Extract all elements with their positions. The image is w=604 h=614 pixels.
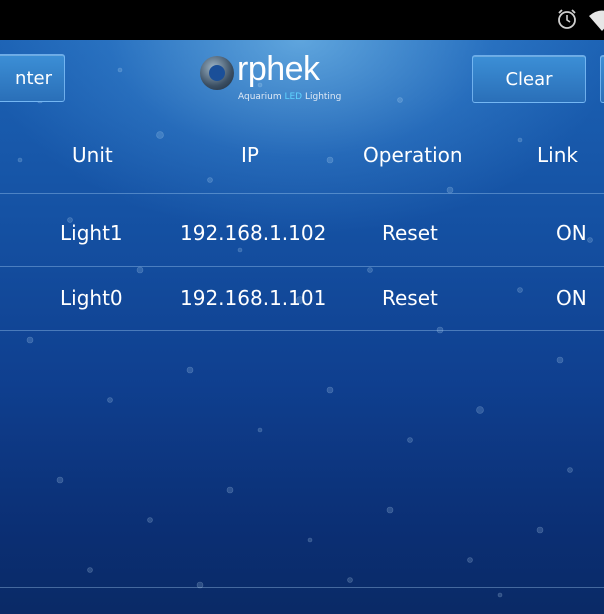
- cell-ip: 192.168.1.101: [180, 286, 327, 310]
- orphek-logo: rphek Aquarium LED Lighting: [196, 50, 352, 102]
- logo-tagline-pre: Aquarium: [238, 92, 285, 102]
- header-divider: [0, 193, 604, 194]
- column-header-operation: Operation: [363, 143, 463, 167]
- footer-divider: [0, 587, 604, 588]
- logo-o-emblem: [200, 56, 234, 90]
- left-button-label: nter: [15, 67, 52, 89]
- row-divider: [0, 266, 604, 267]
- logo-tagline-post: Lighting: [302, 92, 342, 102]
- column-header-unit: Unit: [72, 143, 113, 167]
- alarm-icon: [558, 9, 576, 29]
- row-divider: [0, 330, 604, 331]
- water-drops-decoration: [17, 67, 593, 598]
- cell-ip: 192.168.1.102: [180, 221, 327, 245]
- status-bar: [0, 0, 604, 40]
- left-partial-button[interactable]: nter: [0, 54, 65, 102]
- right-partial-button[interactable]: [600, 55, 604, 103]
- link-status[interactable]: ON: [556, 286, 587, 310]
- link-status[interactable]: ON: [556, 221, 587, 245]
- cell-unit: Light0: [60, 286, 123, 310]
- reset-button[interactable]: Reset: [382, 286, 438, 310]
- reset-button[interactable]: Reset: [382, 221, 438, 245]
- column-header-link: Link: [537, 143, 578, 167]
- clear-button[interactable]: Clear: [472, 55, 586, 103]
- logo-wordmark: rphek: [237, 50, 320, 88]
- column-header-ip: IP: [241, 143, 259, 167]
- logo-tagline: Aquarium LED Lighting: [238, 92, 341, 102]
- logo-tagline-led: LED: [284, 92, 303, 102]
- clear-button-label: Clear: [505, 68, 553, 90]
- wifi-icon: [589, 10, 604, 31]
- cell-unit: Light1: [60, 221, 123, 245]
